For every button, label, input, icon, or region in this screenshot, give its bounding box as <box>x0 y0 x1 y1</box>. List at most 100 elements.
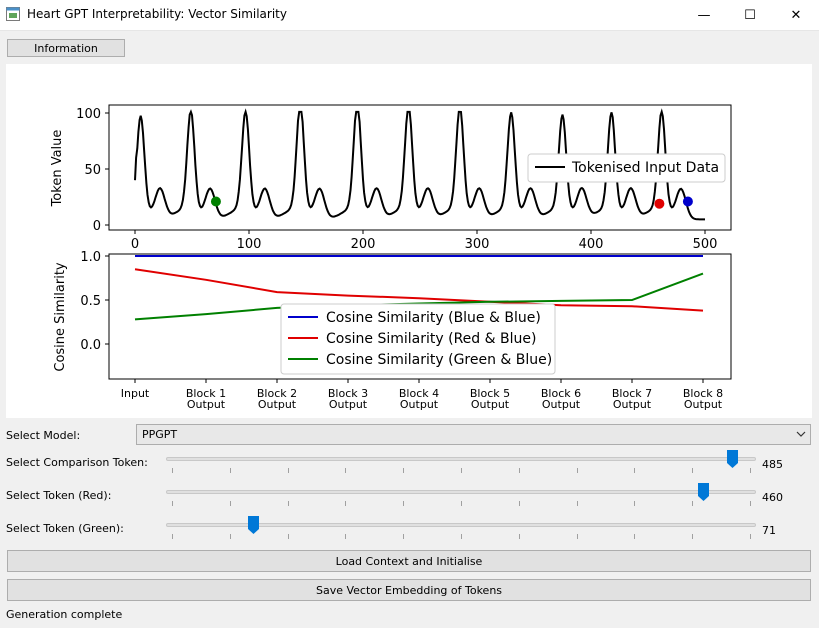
bottom-xtick-label: Output <box>613 398 652 411</box>
bottom-ylabel: Cosine Similarity <box>53 262 68 372</box>
top-xtick-label: 500 <box>693 237 718 252</box>
bottom-xtick-label: Output <box>329 398 368 411</box>
top-ytick-label: 50 <box>84 163 101 178</box>
app-icon <box>6 7 20 21</box>
slider-tick <box>634 468 636 473</box>
slider-tick <box>172 468 173 473</box>
bottom-xtick-label: Output <box>187 398 226 411</box>
bottom-ytick-label: 1.0 <box>80 250 101 265</box>
slider-tick <box>750 468 751 473</box>
slider-tick <box>692 468 694 473</box>
bottom-xtick-label: Output <box>258 398 297 411</box>
top-xtick-label: 200 <box>351 237 376 252</box>
bottom-legend: Cosine Similarity (Blue & Blue) Cosine S… <box>280 303 556 375</box>
red-token-slider[interactable] <box>166 481 756 511</box>
green-token-slider[interactable] <box>166 514 756 544</box>
slider-tick <box>345 501 347 506</box>
close-icon: ✕ <box>790 7 802 23</box>
bottom-xtick-label: Output <box>684 398 723 411</box>
green-token-label: Select Token (Green): <box>6 522 124 535</box>
slider-handle[interactable] <box>726 450 738 468</box>
red-token-value: 460 <box>762 491 783 504</box>
slider-tick <box>229 501 231 506</box>
comparison-token-slider[interactable] <box>166 448 756 478</box>
slider-tick <box>576 501 578 506</box>
top-xtick-label: 400 <box>579 237 604 252</box>
top-legend: Tokenised Input Data <box>527 153 726 183</box>
slider-tick <box>518 501 520 506</box>
slider-tick <box>403 468 405 473</box>
slider-tick <box>576 534 578 539</box>
top-xtick-label: 300 <box>465 237 490 252</box>
maximize-icon: ☐ <box>744 7 756 23</box>
slider-groove[interactable] <box>166 457 756 461</box>
slider-tick <box>461 468 462 473</box>
legend-green-label: Cosine Similarity (Green & Blue) <box>326 352 552 368</box>
slider-tick <box>229 468 231 473</box>
legend-blue-label: Cosine Similarity (Blue & Blue) <box>326 310 541 326</box>
slider-tick <box>518 534 520 539</box>
plot-canvas: 0 100 200 300 400 500 0 50 100 Token Value Toke… <box>6 64 812 418</box>
chevron-down-icon <box>796 431 806 437</box>
slider-tick <box>287 501 289 506</box>
slider-handle[interactable] <box>248 516 260 534</box>
token-marker <box>682 196 693 207</box>
slider-tick <box>287 468 289 473</box>
slider-tick <box>229 534 231 539</box>
slider-tick <box>287 534 289 539</box>
bottom-xtick-label: Output <box>400 398 439 411</box>
slider-tick <box>576 468 578 473</box>
comparison-token-label: Select Comparison Token: <box>6 456 148 469</box>
comparison-token-value: 485 <box>762 458 783 471</box>
slider-tick <box>634 501 636 506</box>
minimize-icon: — <box>697 7 711 23</box>
slider-tick <box>692 501 694 506</box>
slider-tick <box>750 534 751 539</box>
maximize-button[interactable]: ☐ <box>727 0 773 30</box>
slider-tick <box>345 468 347 473</box>
slider-tick <box>403 501 405 506</box>
slider-tick <box>403 534 405 539</box>
token-marker <box>654 198 665 209</box>
bottom-xtick-label: Output <box>471 398 510 411</box>
title-bar: Heart GPT Interpretability: Vector Simil… <box>0 0 819 31</box>
slider-tick <box>345 534 347 539</box>
top-ytick-label: 100 <box>76 107 101 122</box>
top-legend-label: Tokenised Input Data <box>571 160 719 176</box>
slider-tick <box>518 468 520 473</box>
bottom-xtick-label: Input <box>121 387 150 400</box>
top-plot: 0 100 200 300 400 500 0 50 100 Token Value Toke… <box>50 104 732 252</box>
select-model-label: Select Model: <box>6 429 81 442</box>
slider-groove[interactable] <box>166 490 756 494</box>
close-button[interactable]: ✕ <box>773 0 819 30</box>
slider-tick <box>692 534 694 539</box>
red-token-label: Select Token (Red): <box>6 489 112 502</box>
slider-tick <box>172 501 173 506</box>
minimize-button[interactable]: — <box>681 0 727 30</box>
information-button[interactable]: Information <box>7 39 125 57</box>
bottom-ytick-label: 0.5 <box>80 294 101 309</box>
load-context-button[interactable]: Load Context and Initialise <box>7 550 811 572</box>
token-marker <box>210 196 221 207</box>
slider-tick <box>750 501 751 506</box>
slider-handle[interactable] <box>697 483 709 501</box>
legend-red-label: Cosine Similarity (Red & Blue) <box>326 331 536 347</box>
top-xtick-label: 0 <box>131 237 139 252</box>
top-xtick-label: 100 <box>237 237 262 252</box>
status-text: Generation complete <box>6 608 123 621</box>
bottom-plot: Input Block 1OutputBlock 2OutputBlock 3Ou… <box>53 250 732 411</box>
save-embedding-button[interactable]: Save Vector Embedding of Tokens <box>7 579 811 601</box>
green-token-value: 71 <box>762 524 776 537</box>
slider-tick <box>172 534 173 539</box>
top-ylabel: Token Value <box>50 130 65 208</box>
bottom-ytick-label: 0.0 <box>80 338 101 353</box>
bottom-xtick-label: Output <box>542 398 581 411</box>
slider-tick <box>461 501 462 506</box>
model-select-value: PPGPT <box>142 428 178 441</box>
top-ytick-label: 0 <box>93 219 101 234</box>
model-select[interactable]: PPGPT <box>136 424 811 445</box>
slider-tick <box>461 534 462 539</box>
window-title: Heart GPT Interpretability: Vector Simil… <box>27 7 287 21</box>
plots-svg: 0 100 200 300 400 500 0 50 100 Token Value Toke… <box>50 104 732 411</box>
slider-tick <box>634 534 636 539</box>
